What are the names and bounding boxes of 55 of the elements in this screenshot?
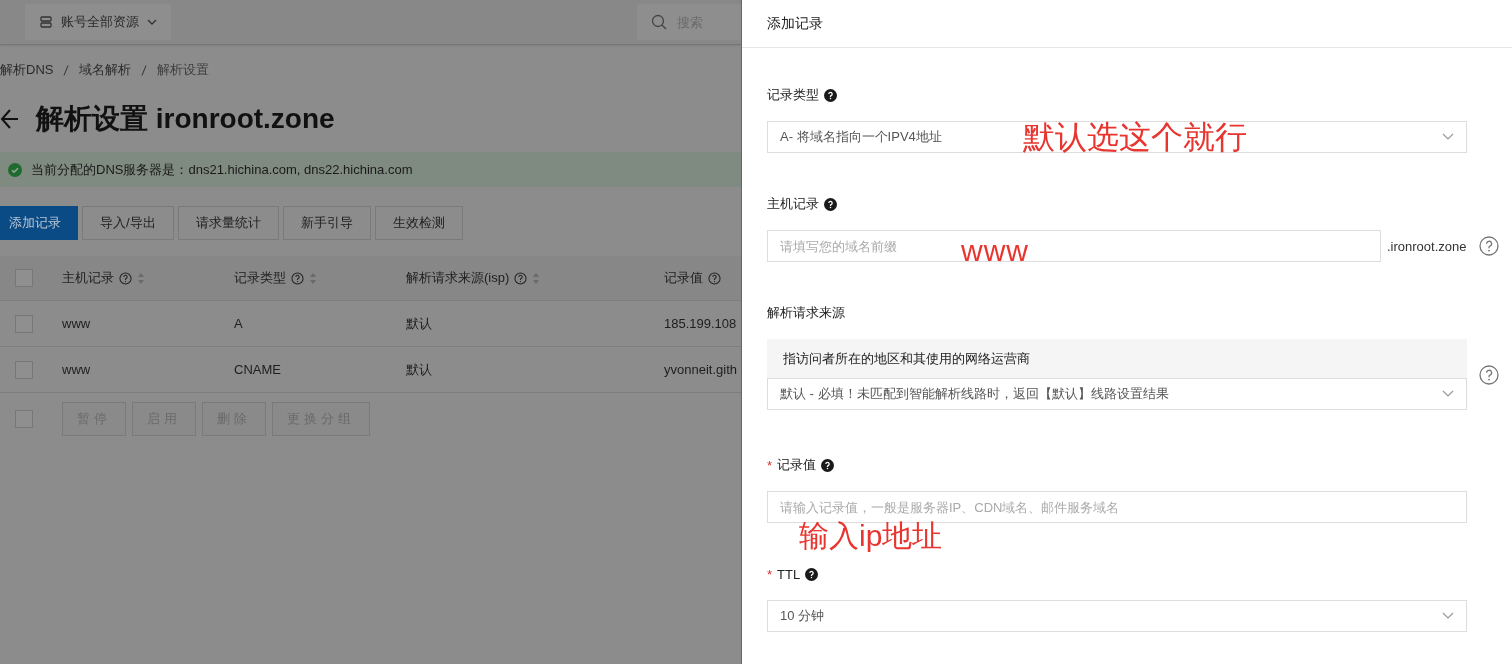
check-circle-icon xyxy=(8,162,22,177)
page-title: 解析设置 ironroot.zone xyxy=(36,102,335,136)
help-icon[interactable] xyxy=(824,88,837,102)
field-label: 主机记录 xyxy=(767,195,819,213)
field-label: 解析请求来源 xyxy=(767,304,845,322)
toolbar-button[interactable]: 生效检测 xyxy=(374,206,463,240)
search-icon xyxy=(651,14,667,30)
column-header: 主机记录 xyxy=(62,269,114,287)
breadcrumb-link[interactable]: 解析DNS xyxy=(0,61,54,79)
column-header: 解析请求来源(isp) xyxy=(406,269,510,287)
stack-icon xyxy=(39,15,53,29)
select-field[interactable]: 10 分钟 xyxy=(767,600,1467,632)
column-header: 记录类型 xyxy=(234,269,286,287)
column-header: 记录值 xyxy=(664,269,703,287)
field-label: 记录类型 xyxy=(767,86,819,104)
table-cell: CNAME xyxy=(234,362,281,377)
caret-icon xyxy=(147,18,157,26)
checkbox[interactable] xyxy=(15,314,33,333)
chevron-down-icon xyxy=(1442,133,1454,141)
help-icon[interactable] xyxy=(821,458,835,472)
toolbar-button[interactable]: 导入/导出 xyxy=(82,206,174,240)
back-arrow-icon[interactable] xyxy=(0,108,20,130)
checkbox[interactable] xyxy=(15,410,33,428)
chevron-down-icon xyxy=(1442,612,1454,620)
help-icon[interactable] xyxy=(805,567,819,581)
annotation-text: 输入ip地址 xyxy=(799,521,943,551)
toolbar-button[interactable]: 新手引导 xyxy=(282,206,371,240)
select-field[interactable]: 默认 - 必填！未匹配到智能解析线路时，返回【默认】线路设置结果 xyxy=(767,378,1467,410)
table-cell: www xyxy=(62,362,91,377)
breadcrumb-link[interactable]: 解析设置 xyxy=(157,61,210,79)
table-cell: 185.199.108 xyxy=(664,316,737,331)
table-cell: A xyxy=(234,316,243,331)
toolbar-button[interactable]: 请求量统计 xyxy=(177,206,279,240)
resource-selector[interactable]: 账号全部资源 xyxy=(25,4,171,40)
checkbox[interactable] xyxy=(15,360,33,379)
breadcrumb-separator-icon xyxy=(63,64,70,76)
domain-suffix: .ironroot.zone xyxy=(1387,238,1467,254)
table-cell: yvonneit.gith xyxy=(664,362,737,377)
drawer-title: 添加记录 xyxy=(767,14,823,33)
table-cell: www xyxy=(62,316,91,331)
required-asterisk: * xyxy=(767,457,773,473)
help-icon[interactable] xyxy=(824,197,837,211)
checkbox[interactable] xyxy=(15,269,33,287)
annotation-text: 默认选这个就行 xyxy=(1023,121,1247,153)
table-cell: 默认 xyxy=(406,314,432,333)
breadcrumb-link[interactable]: 域名解析 xyxy=(79,61,132,79)
hint-text: 指访问者所在的地区和其使用的网络运营商 xyxy=(767,339,1467,378)
chevron-down-icon xyxy=(1442,390,1454,398)
toolbar-button[interactable]: 添加记录 xyxy=(0,206,78,240)
field-label: 记录值 xyxy=(777,456,817,474)
required-asterisk: * xyxy=(767,566,773,582)
alert-text: 当前分配的DNS服务器是：dns21.hichina.com, dns22.hichina.com xyxy=(31,160,413,179)
breadcrumb-separator-icon xyxy=(141,64,148,76)
table-cell: 默认 xyxy=(406,360,432,379)
field-label: TTL xyxy=(777,566,801,582)
